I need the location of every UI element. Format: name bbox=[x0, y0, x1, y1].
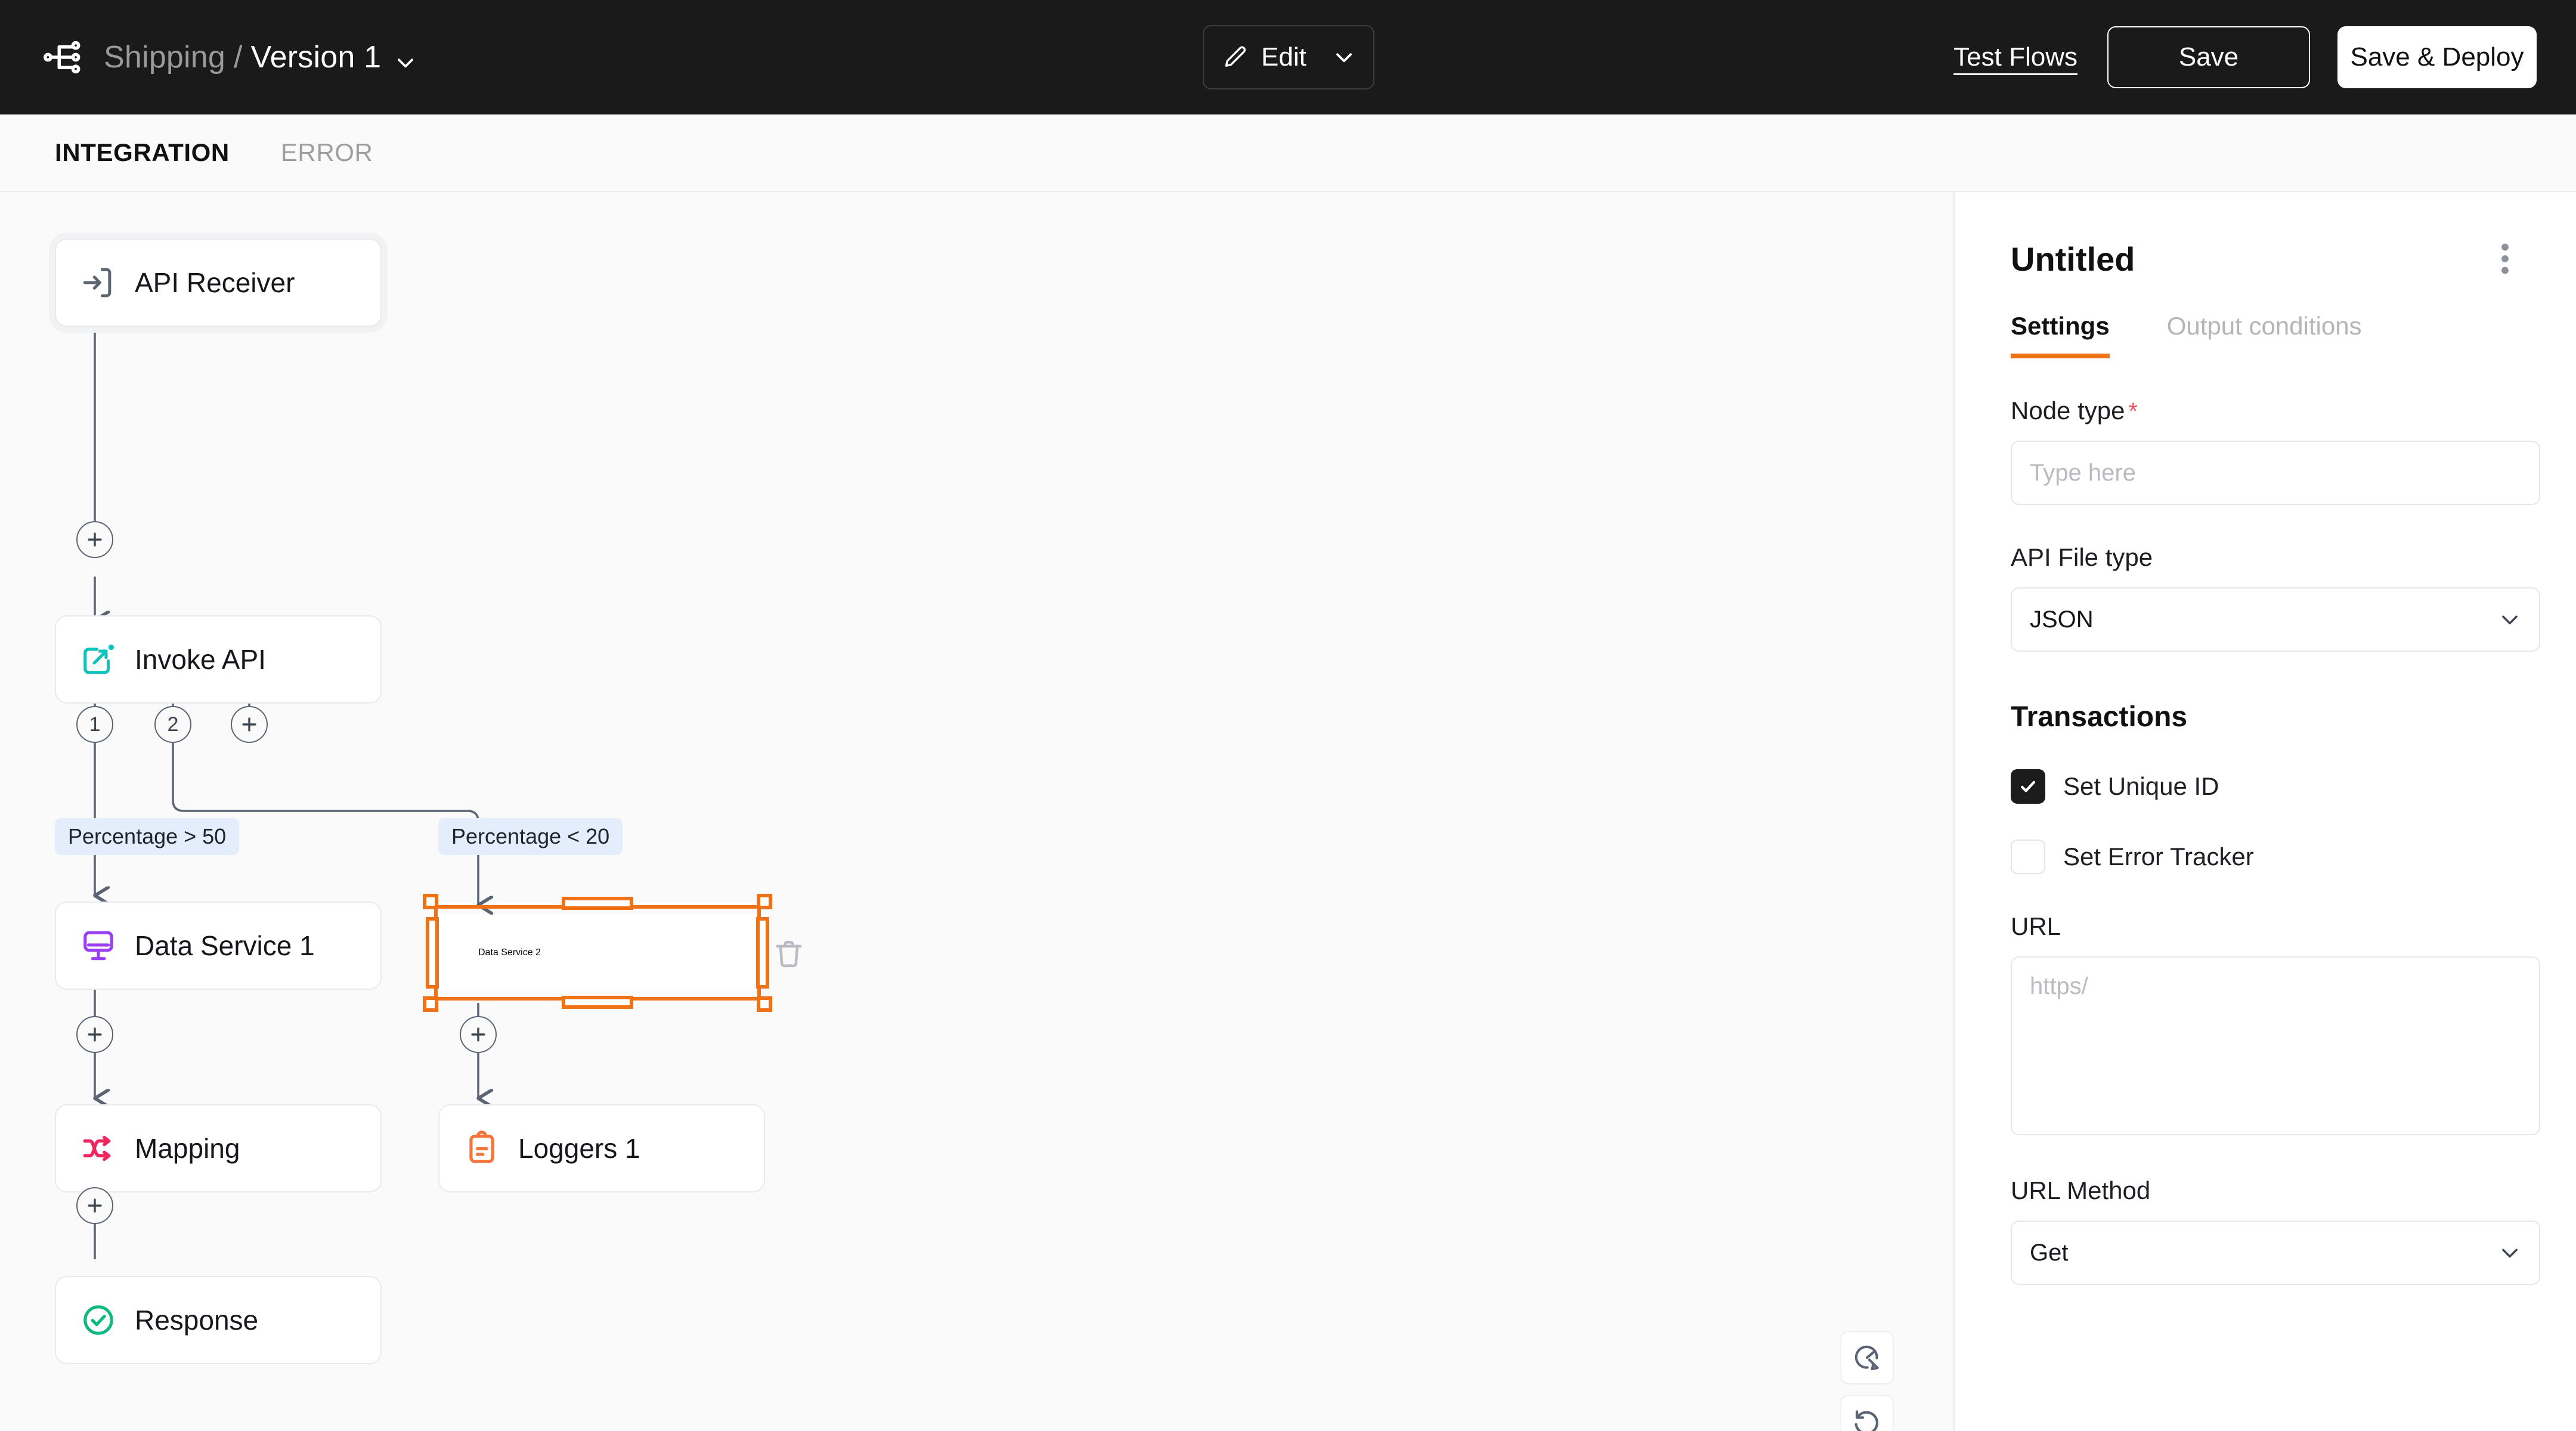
fit-view-icon bbox=[1854, 1345, 1879, 1371]
node-type-input[interactable] bbox=[2011, 441, 2540, 505]
test-flows-link[interactable]: Test Flows bbox=[1951, 36, 2080, 78]
pencil-icon bbox=[1222, 44, 1248, 70]
set-unique-id-row[interactable]: Set Unique ID bbox=[2011, 769, 2520, 804]
data-service-icon bbox=[80, 927, 117, 964]
panel-tab-output-conditions[interactable]: Output conditions bbox=[2167, 312, 2362, 358]
required-asterisk: * bbox=[2128, 398, 2138, 425]
logger-icon bbox=[463, 1130, 500, 1167]
more-vertical-icon[interactable] bbox=[2490, 240, 2520, 278]
resize-handle-top[interactable] bbox=[562, 897, 633, 910]
node-data-service-1[interactable]: Data Service 1 bbox=[55, 902, 382, 990]
breadcrumb-version[interactable]: Version 1 bbox=[251, 39, 382, 75]
node-response[interactable]: Response bbox=[55, 1276, 382, 1364]
panel-tab-row: Settings Output conditions bbox=[2011, 312, 2520, 358]
chevron-down-icon[interactable] bbox=[1333, 46, 1355, 69]
fit-view-button[interactable] bbox=[1840, 1331, 1894, 1384]
save-button[interactable]: Save bbox=[2107, 26, 2310, 88]
check-icon bbox=[2020, 780, 2036, 792]
edit-mode-button[interactable]: Edit bbox=[1203, 25, 1374, 89]
add-node-button[interactable] bbox=[76, 1187, 113, 1224]
condition-chip-2[interactable]: Percentage < 20 bbox=[438, 818, 623, 855]
node-data-service-2[interactable]: Data Service 2 bbox=[439, 915, 756, 991]
node-label: Response bbox=[135, 1305, 259, 1336]
trash-icon bbox=[776, 940, 802, 968]
node-label: Loggers 1 bbox=[518, 1133, 640, 1164]
api-file-type-label: API File type bbox=[2011, 543, 2153, 571]
tab-error[interactable]: ERROR bbox=[281, 138, 373, 167]
chevron-down-icon bbox=[2498, 1241, 2521, 1264]
breadcrumb-project[interactable]: Shipping bbox=[104, 39, 225, 75]
set-error-tracker-label: Set Error Tracker bbox=[2063, 843, 2254, 871]
node-api-receiver[interactable]: API Receiver bbox=[55, 238, 382, 327]
response-check-icon bbox=[80, 1302, 117, 1339]
node-label: Mapping bbox=[135, 1133, 240, 1164]
invoke-api-icon bbox=[80, 641, 117, 678]
node-type-label-text: Node type bbox=[2011, 397, 2125, 425]
url-method-label: URL Method bbox=[2011, 1176, 2151, 1204]
resize-handle-left[interactable] bbox=[426, 917, 439, 989]
add-node-button[interactable] bbox=[460, 1016, 497, 1053]
node-label: API Receiver bbox=[135, 267, 295, 298]
mapping-icon bbox=[80, 1130, 117, 1167]
chevron-down-icon[interactable] bbox=[394, 46, 417, 69]
branch-handle-2[interactable]: 2 bbox=[154, 706, 191, 743]
undo-icon bbox=[1854, 1410, 1879, 1431]
top-bar-actions: Test Flows Save Save & Deploy bbox=[1951, 0, 2537, 114]
add-node-button[interactable] bbox=[76, 521, 113, 558]
edit-mode-label: Edit bbox=[1261, 42, 1306, 72]
node-loggers-1[interactable]: Loggers 1 bbox=[438, 1104, 765, 1192]
panel-tab-settings[interactable]: Settings bbox=[2011, 312, 2110, 358]
api-receiver-icon bbox=[80, 264, 117, 301]
breadcrumb[interactable]: Shipping / Version 1 bbox=[104, 39, 417, 75]
add-branch-button[interactable] bbox=[231, 706, 268, 743]
node-label: Invoke API bbox=[135, 644, 266, 675]
resize-handle-right[interactable] bbox=[756, 917, 769, 989]
breadcrumb-separator: / bbox=[234, 40, 243, 75]
resize-handle-top-left[interactable] bbox=[423, 894, 438, 909]
delete-node-button[interactable] bbox=[768, 933, 810, 975]
resize-handle-bottom-right[interactable] bbox=[757, 996, 772, 1012]
url-method-select[interactable]: Get bbox=[2011, 1221, 2540, 1285]
resize-handle-bottom-left[interactable] bbox=[423, 996, 438, 1012]
transactions-section-title: Transactions bbox=[2011, 701, 2188, 733]
node-type-label: Node type * bbox=[2011, 397, 2520, 425]
set-unique-id-checkbox[interactable] bbox=[2011, 769, 2045, 804]
url-method-value: Get bbox=[2030, 1239, 2069, 1266]
api-file-type-select[interactable]: JSON bbox=[2011, 587, 2540, 652]
flow-canvas[interactable]: API Receiver Invoke API 1 2 Percentage >… bbox=[0, 192, 1953, 1431]
tab-integration[interactable]: INTEGRATION bbox=[55, 138, 230, 167]
condition-chip-1[interactable]: Percentage > 50 bbox=[55, 818, 240, 855]
flow-logo-icon bbox=[42, 35, 86, 79]
panel-title: Untitled bbox=[2011, 240, 2135, 278]
canvas-zoom-controls bbox=[1840, 1395, 1894, 1431]
flow-edges bbox=[0, 327, 1953, 1431]
url-textarea[interactable] bbox=[2011, 956, 2540, 1135]
node-label: Data Service 2 bbox=[478, 947, 541, 958]
chevron-down-icon bbox=[2498, 608, 2521, 631]
node-mapping[interactable]: Mapping bbox=[55, 1104, 382, 1192]
node-label: Data Service 1 bbox=[135, 930, 315, 961]
brand-block: Shipping / Version 1 bbox=[42, 35, 417, 79]
reset-view-button[interactable] bbox=[1841, 1396, 1893, 1431]
flow-tab-strip: INTEGRATION ERROR bbox=[0, 114, 2576, 192]
add-node-button[interactable] bbox=[76, 1016, 113, 1053]
resize-handle-top-right[interactable] bbox=[757, 894, 772, 909]
api-file-type-value: JSON bbox=[2030, 606, 2094, 633]
set-error-tracker-checkbox[interactable] bbox=[2011, 840, 2045, 874]
set-unique-id-label: Set Unique ID bbox=[2063, 772, 2219, 800]
top-bar: Shipping / Version 1 Edit Test Flows Sav… bbox=[0, 0, 2576, 114]
set-error-tracker-row[interactable]: Set Error Tracker bbox=[2011, 840, 2520, 874]
node-invoke-api[interactable]: Invoke API bbox=[55, 615, 382, 704]
node-settings-panel: Untitled Settings Output conditions Node… bbox=[1953, 192, 2576, 1431]
save-and-deploy-button[interactable]: Save & Deploy bbox=[2337, 26, 2537, 88]
branch-handle-1[interactable]: 1 bbox=[76, 706, 113, 743]
url-label: URL bbox=[2011, 912, 2061, 940]
node-data-service-2-selection: Data Service 2 bbox=[423, 894, 772, 1012]
app-root: Shipping / Version 1 Edit Test Flows Sav… bbox=[0, 0, 2576, 1431]
panel-header: Untitled bbox=[2011, 240, 2520, 278]
resize-handle-bottom[interactable] bbox=[562, 996, 633, 1009]
